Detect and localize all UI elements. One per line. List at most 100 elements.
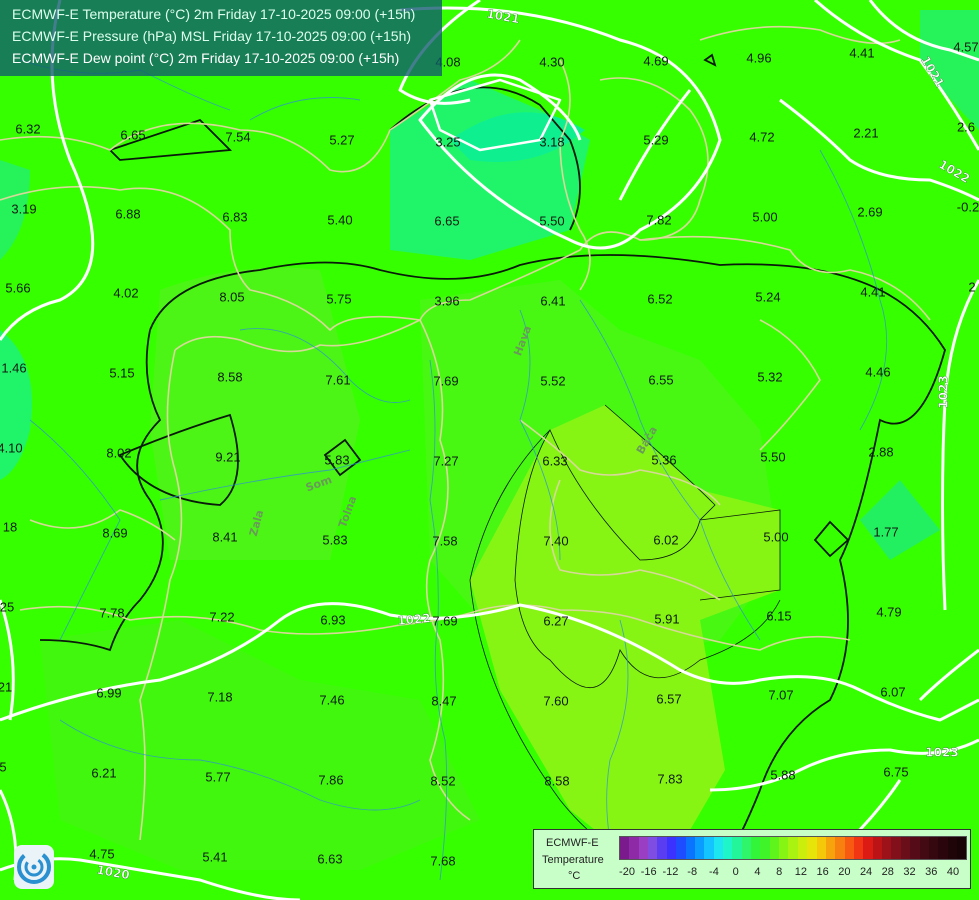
dewpoint-value: 5.36 (651, 452, 676, 467)
dewpoint-value: 25 (0, 599, 14, 614)
dewpoint-value: 4.69 (643, 53, 668, 68)
dewpoint-value: 5.77 (205, 769, 230, 784)
dewpoint-value: 6.33 (542, 453, 567, 468)
legend-color-swatch (900, 837, 911, 859)
dewpoint-value: 4.46 (865, 364, 890, 379)
dewpoint-value: 7.68 (430, 853, 455, 868)
dewpoint-value: 5.41 (202, 849, 227, 864)
legend-color-swatch (620, 837, 630, 859)
legend-color-swatch (797, 837, 808, 859)
dewpoint-value: 7.07 (768, 687, 793, 702)
legend-color-swatch (919, 837, 929, 859)
dewpoint-value: 6.57 (656, 691, 681, 706)
dewpoint-value: 6.27 (543, 613, 568, 628)
dewpoint-value: 5.29 (643, 132, 668, 147)
legend-color-swatch (722, 837, 733, 859)
map-title-panel: ECMWF-E Temperature (°C) 2m Friday 17-10… (0, 0, 442, 76)
dewpoint-value: 3.25 (435, 134, 460, 149)
dewpoint-value: 7.69 (432, 613, 457, 628)
legend-tick-label: 28 (881, 866, 894, 878)
legend-tick-label: 20 (838, 866, 851, 878)
dewpoint-value: 3.96 (434, 293, 459, 308)
temperature-layer-title[interactable]: ECMWF-E Temperature (°C) 2m Friday 17-10… (12, 6, 415, 22)
dewpoint-value: 5.00 (752, 209, 777, 224)
dewpoint-value: 6.55 (648, 372, 673, 387)
dewpoint-value: 4.57 (953, 39, 978, 54)
legend-tick-label: 12 (794, 866, 807, 878)
dewpoint-value: 7.27 (433, 453, 458, 468)
dewpoint-value: 6.65 (434, 213, 459, 228)
legend-color-swatch (947, 837, 957, 859)
dewpoint-value: 6.63 (317, 851, 342, 866)
dewpoint-value: 5 (0, 759, 7, 774)
legend-color-swatch (638, 837, 649, 859)
legend-tick-label: -12 (662, 866, 679, 878)
pressure-layer-title[interactable]: ECMWF-E Pressure (hPa) MSL Friday 17-10-… (12, 28, 411, 44)
dewpoint-value: 6.65 (120, 127, 145, 142)
legend-color-bar (619, 836, 968, 860)
legend-color-swatch (816, 837, 826, 859)
legend-tick-label: -16 (640, 866, 657, 878)
legend-color-swatch (882, 837, 892, 859)
dewpoint-value: 4.10 (0, 440, 23, 455)
dewpoint-value: 5.50 (760, 449, 785, 464)
dewpoint-value: 7.61 (325, 372, 350, 387)
dewpoint-value: 5.32 (757, 369, 782, 384)
dewpoint-value: 2 (968, 279, 975, 294)
legend-color-swatch (760, 837, 770, 859)
dewpoint-value: 4.79 (876, 604, 901, 619)
dewpoint-value: 5.83 (324, 452, 349, 467)
dewpoint-value: 4.02 (113, 285, 138, 300)
dewpoint-value: 4.72 (749, 129, 774, 144)
dewpoint-value: 3.18 (539, 134, 564, 149)
dewpoint-value: 4.30 (539, 54, 564, 69)
dewpoint-value: 6.88 (115, 206, 140, 221)
dewpoint-value: 5.66 (5, 280, 30, 295)
legend-color-swatch (732, 837, 742, 859)
isobar-label: 1023 (937, 375, 951, 408)
dewpoint-value: 7.86 (318, 772, 343, 787)
legend-unit-label: °C (568, 870, 581, 882)
legend-variable-label: Temperature (542, 854, 604, 866)
legend-color-swatch (657, 837, 667, 859)
dewpoint-value: 6.93 (320, 612, 345, 627)
dewpoint-value: 7.78 (99, 605, 124, 620)
dewpoint-value: 4.41 (860, 284, 885, 299)
dewpoint-value: 8.52 (430, 773, 455, 788)
legend-color-swatch (928, 837, 939, 859)
weather-map[interactable]: 1021102110221023102210231020 HavaBáčaZal… (0, 0, 979, 900)
dewpoint-value: 21 (0, 679, 12, 694)
dewpoint-value: 7.69 (433, 373, 458, 388)
legend-tick-label: -8 (687, 866, 698, 878)
dewpoint-value: 4.75 (89, 846, 114, 861)
dewpoint-value: 5.00 (763, 529, 788, 544)
dewpoint-value: 7.22 (209, 609, 234, 624)
dewpoint-value: 8.58 (217, 369, 242, 384)
isobar-label: 1023 (925, 746, 958, 760)
dewpoint-value: 4.96 (746, 50, 771, 65)
dewpoint-value: 3.19 (11, 201, 36, 216)
legend-tick-label: 8 (776, 866, 783, 878)
legend-color-swatch (741, 837, 752, 859)
legend-color-swatch (956, 837, 967, 859)
legend-color-swatch (825, 837, 836, 859)
dewpoint-value: 5.27 (329, 132, 354, 147)
dewpoint-value: 18 (3, 519, 17, 534)
legend-color-swatch (844, 837, 854, 859)
dewpoint-value: 5.91 (654, 611, 679, 626)
dewpoint-value: 7.54 (225, 129, 250, 144)
dewpoint-value: 7.82 (646, 212, 671, 227)
dewpoint-value: 6.75 (883, 764, 908, 779)
dewpoint-value: 2.69 (857, 204, 882, 219)
dewpoint-value: 1.77 (873, 524, 898, 539)
dewpoint-value: 7.58 (432, 533, 457, 548)
dewpoint-value: 5.40 (327, 212, 352, 227)
legend-color-swatch (713, 837, 723, 859)
dewpoint-layer-title[interactable]: ECMWF-E Dew point (°C) 2m Friday 17-10-2… (12, 50, 399, 66)
dewpoint-value: 5.15 (109, 365, 134, 380)
legend-color-swatch (853, 837, 864, 859)
dewpoint-value: 6.99 (96, 685, 121, 700)
legend-tick-label: -4 (709, 866, 719, 878)
dewpoint-value: 6.15 (766, 608, 791, 623)
dewpoint-value: 8.69 (102, 525, 127, 540)
